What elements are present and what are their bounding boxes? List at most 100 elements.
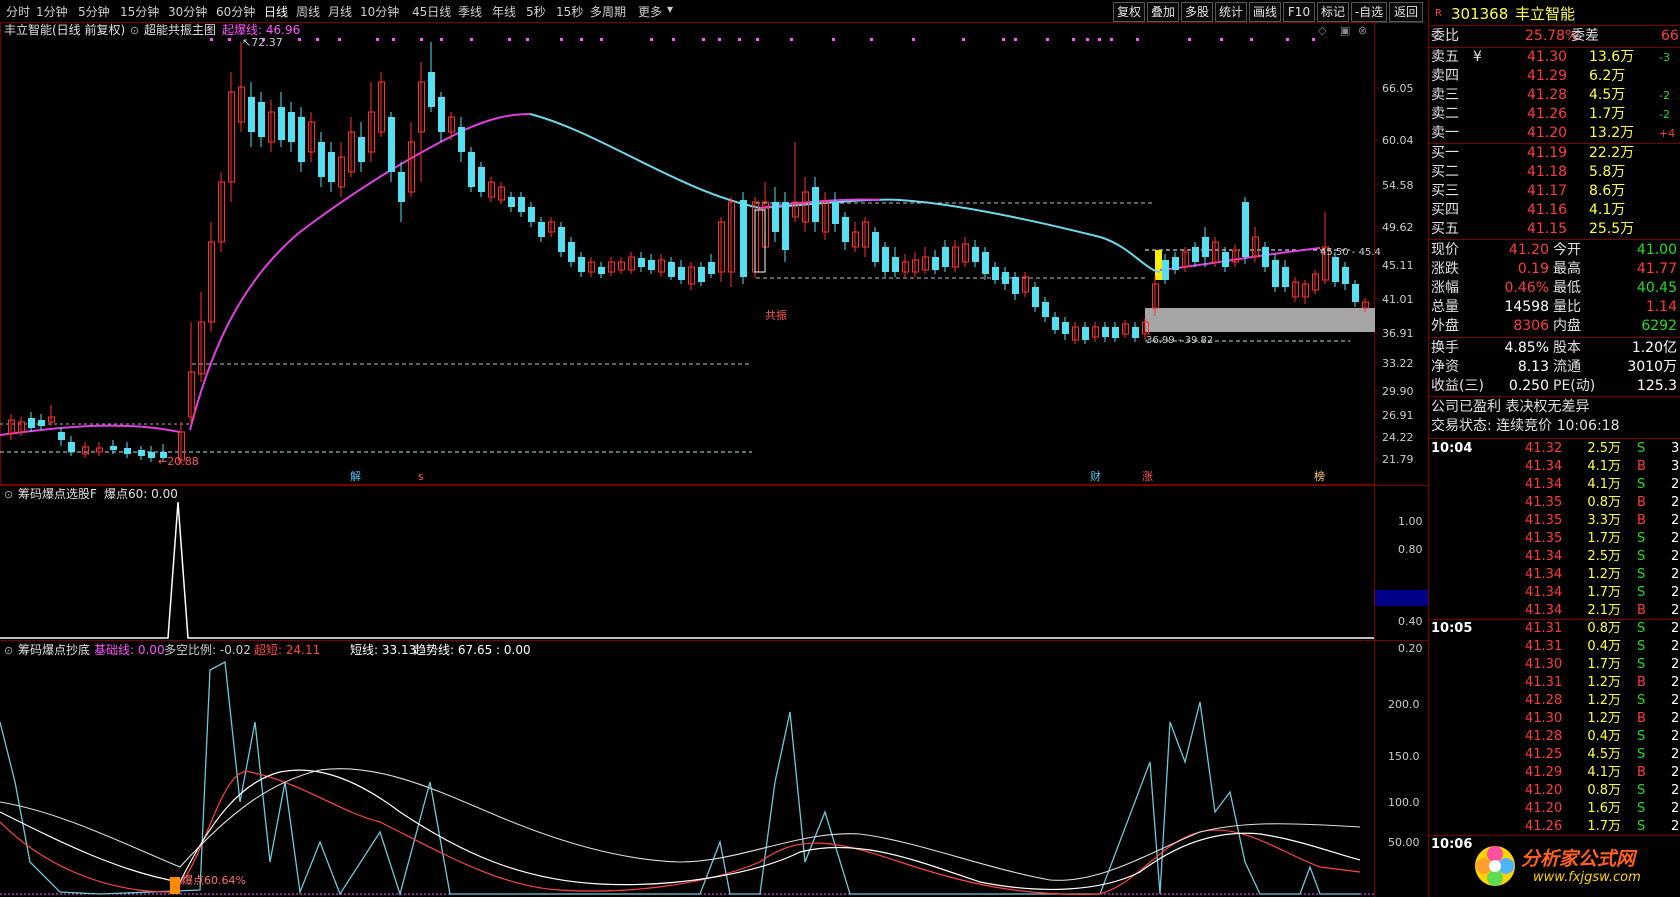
tick-price: 41.34 (1525, 477, 1563, 492)
ask-row[interactable]: 卖三 41.28 4.5万 -2 (1429, 86, 1680, 105)
candle-body (288, 112, 295, 142)
restore-rights-button[interactable]: 复权 (1113, 2, 1145, 22)
tick-price: 41.30 (1525, 711, 1563, 726)
period-tab[interactable]: 年线 (492, 3, 516, 20)
period-tab[interactable]: 60分钟 (216, 3, 255, 20)
f10-button[interactable]: F10 (1283, 2, 1315, 22)
multi-stock-button[interactable]: 多股 (1181, 2, 1213, 22)
candle-body (598, 267, 605, 274)
period-tab[interactable]: 分时 (6, 3, 30, 20)
tag-zhang[interactable]: 涨 (1142, 470, 1153, 483)
ask-change: -2 (1659, 89, 1670, 102)
candle-body (708, 262, 715, 274)
finance-value: 125.3 (1636, 378, 1677, 394)
period-tab[interactable]: 30分钟 (168, 3, 207, 20)
sub2-title[interactable]: 筹码爆点抄底 (18, 642, 90, 657)
period-tab[interactable]: 45日线 (412, 3, 451, 20)
signal-dot (316, 38, 319, 41)
candle-body (358, 137, 365, 162)
period-tab[interactable]: 5秒 (526, 3, 546, 20)
finance-row: 收益(三) 0.250 PE(动) 125.3 (1429, 377, 1680, 396)
back-button[interactable]: 返回 (1389, 2, 1423, 22)
watchlist-button[interactable]: -自选 (1351, 2, 1387, 22)
tick-price: 41.34 (1525, 549, 1563, 564)
ask-change: +4 (1659, 127, 1676, 140)
mark-button[interactable]: 标记 (1317, 2, 1349, 22)
bid-row[interactable]: 买二 41.18 5.8万 (1429, 163, 1680, 182)
period-tab[interactable]: 1分钟 (36, 3, 68, 20)
price-tick: 54.58 (1382, 179, 1414, 192)
tick-count: 2 (1671, 711, 1680, 726)
stats-button[interactable]: 统计 (1215, 2, 1247, 22)
support-zone (1145, 308, 1375, 332)
diamond-icon[interactable]: ◇ (1318, 24, 1327, 37)
tag-cai[interactable]: 财 (1090, 469, 1101, 483)
close-icon[interactable]: ⊗ (1358, 24, 1367, 37)
candle-body (832, 202, 839, 224)
candle-body (58, 432, 65, 440)
bid-label: 买二 (1431, 164, 1459, 180)
bid-row[interactable]: 买四 41.16 4.1万 (1429, 201, 1680, 220)
tick-price: 41.26 (1525, 819, 1563, 834)
period-tab[interactable]: 5分钟 (78, 3, 110, 20)
period-tab[interactable]: 15分钟 (120, 3, 159, 20)
candle-body (508, 197, 515, 207)
tag-jie[interactable]: 解 (350, 469, 361, 483)
tag-s[interactable]: s (418, 470, 424, 483)
price-axis: 66.05 60.04 54.58 49.62 45.11 41.01 36.91 33.22… (1374, 82, 1414, 466)
tick-volume: 1.2万 (1587, 711, 1621, 726)
sub1-title[interactable]: 筹码爆点选股F (18, 487, 97, 501)
bid-row[interactable]: 买一 41.19 22.2万 (1429, 144, 1680, 163)
tag-bang[interactable]: 榜 (1314, 469, 1325, 483)
period-tab[interactable]: 月线 (328, 3, 352, 20)
tick-count: 2 (1671, 549, 1680, 564)
signal-dot (560, 38, 563, 41)
bid-row[interactable]: 买三 41.17 8.6万 (1429, 182, 1680, 201)
signal-dot (376, 38, 379, 41)
candle-body (992, 267, 999, 280)
ask-row[interactable]: 卖二 41.26 1.7万 -2 (1429, 105, 1680, 124)
ask-row[interactable]: 卖四 41.29 6.2万 (1429, 67, 1680, 86)
sub1-tick: 0.20 (1398, 642, 1423, 655)
overlay-button[interactable]: 叠加 (1147, 2, 1179, 22)
window-icon[interactable]: ▣ (1340, 24, 1350, 37)
period-tab-active[interactable]: 日线 (264, 3, 288, 20)
indicator-name[interactable]: 超能共振主图 (144, 22, 216, 37)
signal-dot (508, 38, 511, 41)
watermark: 分析家公式网 www.fxjgsw.com (1473, 842, 1680, 892)
tick-count: 2 (1671, 495, 1680, 510)
period-tab[interactable]: 季线 (458, 3, 482, 20)
pane-icon[interactable]: ⊙ (4, 644, 13, 657)
signal-dot (1136, 38, 1139, 41)
tick-side: S (1637, 441, 1646, 456)
bid-row[interactable]: 买五 41.15 25.5万 (1429, 220, 1680, 239)
tick-price: 41.31 (1525, 621, 1563, 636)
draw-line-button[interactable]: 画线 (1249, 2, 1281, 22)
bid-label: 买五 (1431, 221, 1459, 237)
burst-marker (170, 877, 180, 894)
bid-price: 41.15 (1527, 221, 1568, 237)
tick-count: 2 (1671, 783, 1680, 798)
pane-icon[interactable]: ⊙ (4, 488, 13, 501)
ask-row[interactable]: 卖一 41.20 13.2万 +4 (1429, 124, 1680, 143)
quote-panel: R 301368 丰立智能 委比 25.78% 委差 66 卖五 ¥41.30 13… (1428, 0, 1680, 897)
period-tab[interactable]: 周线 (296, 3, 320, 20)
finance-value: 4.85% (1504, 340, 1549, 356)
finance-row: 换手 4.85% 股本 1.20亿 (1429, 339, 1680, 358)
chevron-down-icon[interactable]: ▾ (667, 2, 673, 16)
tick-row: 41.35 0.8万 B 2 (1429, 494, 1680, 512)
period-tab[interactable]: 更多 (638, 3, 662, 20)
divider (1429, 619, 1680, 620)
period-tab[interactable]: 10分钟 (360, 3, 399, 20)
ask-label: 卖二 (1431, 106, 1459, 122)
ask-row[interactable]: 卖五 ¥41.30 13.6万 -3 (1429, 48, 1680, 67)
chart-area[interactable]: 丰立智能(日线 前复权) ⊙ 超能共振主图 起爆线: 46.96 ◇ ▣ ⊗ 6… (0, 22, 1428, 897)
period-tab[interactable]: 15秒 (556, 3, 583, 20)
dropdown-icon[interactable]: ⊙ (130, 24, 139, 37)
signal-dot (1220, 38, 1223, 41)
tick-volume: 0.8万 (1587, 495, 1621, 510)
signal-dot (338, 38, 341, 41)
candle-body (110, 446, 117, 450)
tick-row: 41.20 0.8万 S 2 (1429, 782, 1680, 800)
period-tab[interactable]: 多周期 (590, 3, 626, 20)
